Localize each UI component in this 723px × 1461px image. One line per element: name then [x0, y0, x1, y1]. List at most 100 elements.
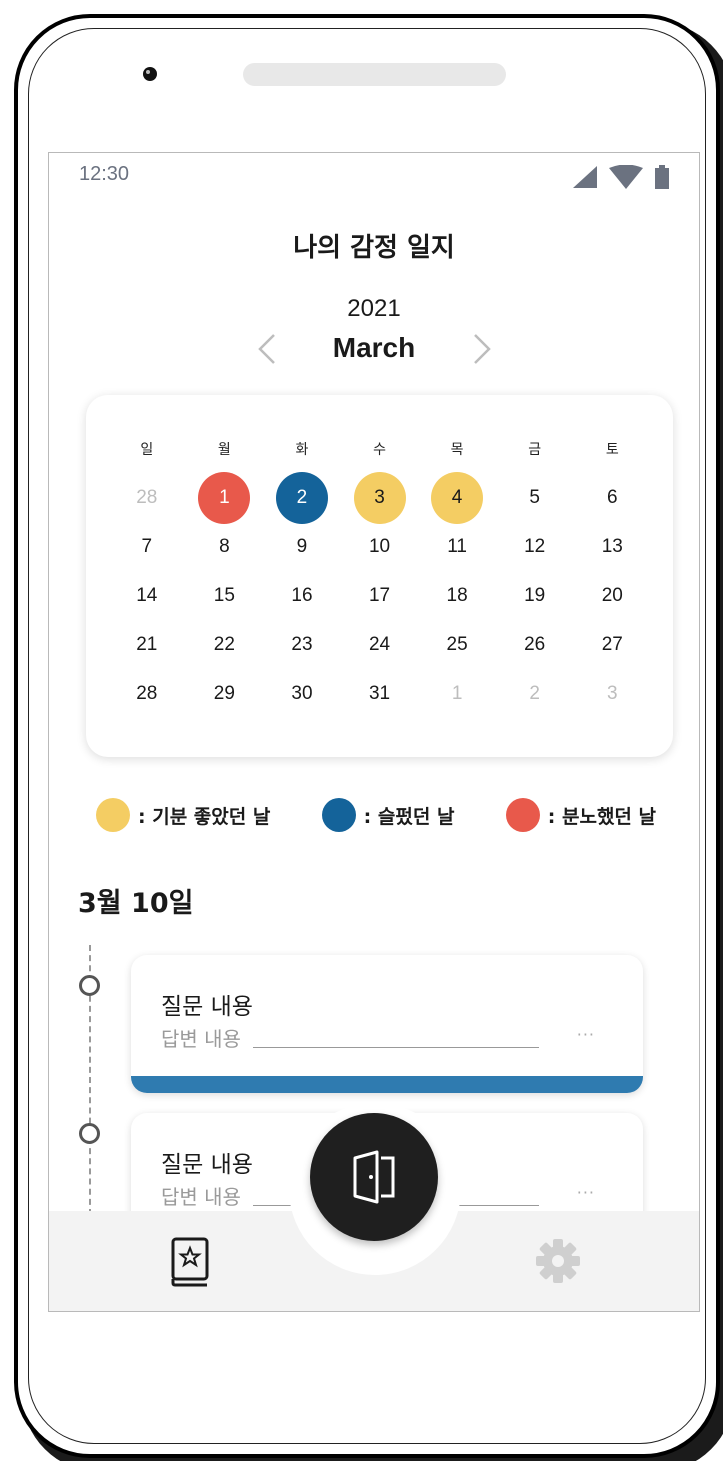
calendar-day-number: 6 [606, 486, 618, 508]
weekday-label: 목 [450, 442, 464, 458]
more-options-button[interactable]: ··· [577, 1183, 595, 1202]
weekday-header: 일월화수목금토 [108, 439, 651, 459]
calendar-day-number: 15 [213, 584, 235, 606]
calendar-year: 2021 [347, 295, 401, 322]
calendar-day[interactable]: 13 [573, 522, 651, 571]
entry-answer: 답변 내용 [161, 1185, 241, 1209]
calendar-day-number: 7 [141, 535, 153, 557]
chevron-right-icon [474, 334, 491, 364]
calendar-day-number: 13 [601, 535, 623, 557]
anger-dot-icon [505, 798, 540, 832]
more-options-button[interactable]: ··· [577, 1025, 595, 1044]
emotion-day-marker: 2 [275, 471, 328, 524]
answer-underline [253, 1047, 539, 1048]
weekday-label: 금 [528, 442, 542, 458]
emotion-day-marker: 1 [198, 471, 251, 524]
calendar-day-number: 23 [291, 633, 313, 655]
calendar-day-number: 19 [524, 584, 546, 606]
calendar-day[interactable]: 1 [418, 669, 496, 718]
calendar-day-number: 31 [368, 682, 391, 704]
calendar-day[interactable]: 15 [186, 571, 264, 620]
nav-settings-button[interactable] [533, 1236, 583, 1286]
selected-date-heading: 3월 10일 [78, 888, 194, 919]
cellular-signal-icon [573, 166, 597, 188]
entry-card[interactable]: 질문 내용 답변 내용 ··· [131, 955, 643, 1093]
legend-sad-label: : 슬펐던 날 [363, 805, 455, 828]
happy-dot-icon [96, 798, 130, 832]
calendar-day[interactable]: 28 [108, 473, 186, 522]
calendar-day[interactable]: 17 [341, 571, 419, 620]
calendar-day[interactable]: 6 [573, 473, 651, 522]
calendar-day[interactable]: 9 [263, 522, 341, 571]
calendar-day-number: 9 [296, 535, 308, 557]
legend-happy-label: : 기분 좋았던 날 [138, 805, 271, 828]
calendar-week-row: 7 8 9 10 11 12 13 [108, 522, 651, 571]
calendar-day[interactable]: 18 [418, 571, 496, 620]
camera-icon [143, 67, 157, 81]
entry-question: 질문 내용 [161, 994, 253, 1020]
calendar-day-number: 18 [446, 584, 468, 606]
calendar-day[interactable]: 5 [496, 473, 574, 522]
calendar-day[interactable]: 2 [496, 669, 574, 718]
calendar-day[interactable]: 16 [263, 571, 341, 620]
calendar-day[interactable]: 26 [496, 620, 574, 669]
entry-answer: 답변 내용 [161, 1027, 241, 1051]
calendar-day[interactable]: 10 [341, 522, 419, 571]
nav-diary-button[interactable] [167, 1235, 215, 1289]
calendar-day[interactable]: 21 [108, 620, 186, 669]
legend-item-happy: : 기분 좋았던 날 [96, 798, 270, 832]
calendar-day[interactable]: 8 [186, 522, 264, 571]
month-navigator: March [49, 329, 699, 369]
calendar-day-number: 30 [291, 682, 313, 704]
calendar-day[interactable]: 12 [496, 522, 574, 571]
calendar-day[interactable]: 23 [263, 620, 341, 669]
emotion-color-bar [131, 1076, 643, 1093]
calendar-day[interactable]: 3 [573, 669, 651, 718]
calendar-day[interactable]: 20 [573, 571, 651, 620]
emotion-day-marker: 3 [353, 471, 406, 524]
calendar-day-number: 27 [601, 633, 623, 655]
calendar-day-number: 5 [529, 486, 540, 508]
calendar-week-row: 28 29 30 31 1 2 3 [108, 669, 651, 718]
calendar-card: 일월화수목금토 28 1 2 3 4 5 6 7 8 9 10 11 12 13 14 15 16 17 18 19 2… [86, 395, 673, 757]
weekday-label: 월 [217, 442, 231, 458]
calendar-day-number: 17 [368, 584, 391, 606]
gear-icon [536, 1239, 580, 1283]
calendar-day[interactable]: 27 [573, 620, 651, 669]
calendar-day-number: 24 [368, 633, 391, 655]
calendar-day[interactable]: 24 [341, 620, 419, 669]
calendar-day[interactable]: 1 [186, 471, 264, 524]
calendar-day[interactable]: 22 [186, 620, 264, 669]
diary-star-icon [171, 1237, 209, 1287]
legend-item-anger: : 분노했던 날 [505, 798, 656, 832]
calendar-day[interactable]: 30 [263, 669, 341, 718]
calendar-day[interactable]: 11 [418, 522, 496, 571]
door-fab-button[interactable] [310, 1113, 438, 1241]
calendar-day[interactable]: 19 [496, 571, 574, 620]
calendar-day-number: 16 [291, 584, 313, 606]
status-bar: 12:30 [49, 153, 699, 199]
calendar-day[interactable]: 29 [186, 669, 264, 718]
weekday-label: 수 [373, 442, 386, 458]
calendar-month: March [332, 332, 416, 363]
calendar-day[interactable]: 4 [418, 471, 496, 524]
emotion-day-marker: 4 [431, 471, 484, 524]
calendar-day[interactable]: 31 [341, 669, 419, 718]
calendar-day[interactable]: 28 [108, 669, 186, 718]
calendar-day[interactable]: 14 [108, 571, 186, 620]
calendar-day[interactable]: 2 [263, 471, 341, 524]
calendar-day-number: 8 [219, 535, 230, 557]
calendar-day-number: 29 [213, 682, 235, 704]
door-icon [353, 1150, 395, 1204]
calendar-day[interactable]: 25 [418, 620, 496, 669]
next-month-button[interactable] [467, 329, 497, 369]
legend-item-sad: : 슬펐던 날 [321, 798, 455, 832]
calendar-day[interactable]: 3 [341, 471, 419, 524]
calendar-day-number: 28 [136, 486, 158, 508]
weekday-label: 토 [605, 442, 619, 458]
wifi-icon [609, 165, 643, 189]
weekday-label: 일 [140, 442, 154, 458]
calendar-day-number: 26 [524, 633, 546, 655]
calendar-day[interactable]: 7 [108, 522, 186, 571]
app-screen: 12:30 나의 감정 일지 2021 March 일월화수목금토 28 1 2 3 4… [48, 152, 700, 1312]
